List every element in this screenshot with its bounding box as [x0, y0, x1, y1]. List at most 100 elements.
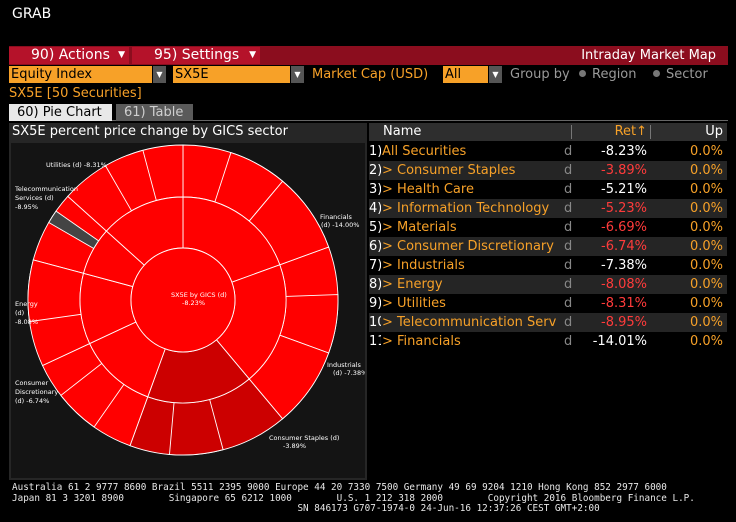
- row-up: 0.0%: [689, 163, 723, 178]
- row-drill-indicator: d: [564, 201, 573, 216]
- window-title: GRAB: [12, 6, 52, 22]
- row-name[interactable]: > Financials: [382, 332, 558, 351]
- row-name[interactable]: > Consumer Discretionary: [382, 237, 558, 256]
- row-return: -3.89%: [601, 163, 647, 178]
- view-tabs: 60) Pie Chart 61) Table: [9, 104, 728, 121]
- ticker-value: SX5E: [175, 67, 209, 82]
- table-row[interactable]: 8)> Energy d -8.08% 0.0%: [369, 275, 727, 294]
- row-name[interactable]: > Materials: [382, 218, 558, 237]
- table-row[interactable]: 6)> Consumer Discretionary d -6.74% 0.0%: [369, 237, 727, 256]
- tab-table[interactable]: 61) Table: [116, 104, 194, 121]
- dropdown-arrow-icon[interactable]: ▼: [489, 66, 502, 83]
- row-index: 5): [369, 220, 381, 235]
- row-up: 0.0%: [689, 182, 723, 197]
- chevron-down-icon: ▼: [118, 50, 125, 60]
- metric-label: Market Cap (USD): [312, 67, 429, 82]
- table-row[interactable]: 9)> Utilities d -8.31% 0.0%: [369, 294, 727, 313]
- chevron-down-icon: ▼: [249, 50, 256, 60]
- row-drill-indicator: d: [564, 182, 573, 197]
- row-return: -6.74%: [601, 239, 647, 254]
- row-drill-indicator: d: [564, 277, 573, 292]
- slice-label-industrials-2: (d) -7.38%: [333, 369, 365, 377]
- footer-line1: Australia 61 2 9777 8600 Brazil 5511 239…: [12, 482, 667, 493]
- table-row[interactable]: 11)> Financials d -14.01% 0.0%: [369, 332, 727, 351]
- column-header-ret[interactable]: Ret↑: [575, 123, 647, 141]
- row-drill-indicator: d: [564, 315, 573, 330]
- table-row[interactable]: 7)> Industrials d -7.38% 0.0%: [369, 256, 727, 275]
- row-index: 4): [369, 201, 381, 216]
- slice-label-industrials-1: Industrials: [327, 361, 361, 369]
- index-type-value: Equity Index: [11, 67, 93, 82]
- dropdown-arrow-icon[interactable]: ▼: [153, 66, 166, 83]
- slice-label-energy-3: -8.08%: [15, 318, 38, 326]
- column-header-up[interactable]: Up: [651, 123, 723, 141]
- group-by-region-radio[interactable]: Region: [579, 66, 637, 83]
- slice-label-consdisc-2: Discretionary: [15, 388, 58, 396]
- slice-label-telecom-3: -8.95%: [15, 203, 38, 211]
- tab-pie-chart[interactable]: 60) Pie Chart: [9, 104, 112, 121]
- row-index: 7): [369, 258, 381, 273]
- table-row[interactable]: 10)> Telecommunication Serv d -8.95% 0.0%: [369, 313, 727, 332]
- row-name[interactable]: > Health Care: [382, 180, 558, 199]
- column-header-name[interactable]: Name: [383, 123, 421, 141]
- slice-label-energy-2: (d): [15, 309, 24, 317]
- row-return: -5.23%: [601, 201, 647, 216]
- settings-label: 95) Settings: [154, 47, 240, 63]
- securities-label: SX5E [50 Securities]: [9, 86, 142, 101]
- table-header: Name Ret↑ Up: [369, 123, 727, 141]
- row-index: 3): [369, 182, 381, 197]
- sector-table: Name Ret↑ Up 1)All Securities d -8.23% 0.0%…: [369, 123, 727, 480]
- group-by-sector-radio[interactable]: Sector: [653, 66, 708, 83]
- row-drill-indicator: d: [564, 144, 573, 159]
- row-return: -5.21%: [601, 182, 647, 197]
- scope-select[interactable]: All ▼: [443, 66, 502, 83]
- row-name[interactable]: > Energy: [382, 275, 558, 294]
- row-return: -8.08%: [601, 277, 647, 292]
- pie-chart: SX5E by GICS (d) -8.23% Utilities (d) -8…: [14, 144, 365, 456]
- row-return: -7.38%: [601, 258, 647, 273]
- row-index: 11): [369, 334, 381, 349]
- chart-title: SX5E percent price change by GICS sector: [12, 124, 288, 139]
- settings-menu-button[interactable]: 95) Settings ▼: [132, 47, 260, 64]
- row-name[interactable]: > Telecommunication Serv: [382, 313, 558, 332]
- row-name[interactable]: > Information Technology: [382, 199, 558, 218]
- slice-label-consstaples-2: -3.89%: [283, 442, 306, 450]
- row-drill-indicator: d: [564, 296, 573, 311]
- table-row[interactable]: 1)All Securities d -8.23% 0.0%: [369, 142, 727, 161]
- slice-label-financials-2: (d) -14.00%: [321, 221, 359, 229]
- row-index: 6): [369, 239, 381, 254]
- row-index: 2): [369, 163, 381, 178]
- row-drill-indicator: d: [564, 220, 573, 235]
- slice-label-consstaples-1: Consumer Staples (d): [269, 434, 339, 442]
- row-up: 0.0%: [689, 315, 723, 330]
- filter-bar: Equity Index ▼ SX5E ▼ Market Cap (USD) A…: [9, 66, 728, 84]
- radio-icon: [579, 70, 586, 77]
- column-divider[interactable]: [571, 125, 572, 139]
- table-row[interactable]: 5)> Materials d -6.69% 0.0%: [369, 218, 727, 237]
- region-label: Region: [592, 67, 637, 82]
- sector-label: Sector: [666, 67, 708, 82]
- pie-chart-panel: SX5E percent price change by GICS sector…: [9, 123, 367, 480]
- table-row[interactable]: 3)> Health Care d -5.21% 0.0%: [369, 180, 727, 199]
- ticker-select[interactable]: SX5E ▼: [173, 66, 304, 83]
- chart-area: SX5E by GICS (d) -8.23% Utilities (d) -8…: [11, 143, 365, 478]
- index-type-select[interactable]: Equity Index ▼: [9, 66, 166, 83]
- row-drill-indicator: d: [564, 258, 573, 273]
- row-index: 1): [369, 144, 381, 159]
- table-row[interactable]: 2)> Consumer Staples d -3.89% 0.0%: [369, 161, 727, 180]
- radio-icon: [653, 70, 660, 77]
- actions-menu-button[interactable]: 90) Actions ▼: [9, 47, 129, 64]
- row-up: 0.0%: [689, 258, 723, 273]
- table-row[interactable]: 4)> Information Technology d -5.23% 0.0%: [369, 199, 727, 218]
- row-name[interactable]: > Consumer Staples: [382, 161, 558, 180]
- row-name[interactable]: All Securities: [382, 142, 558, 161]
- row-name[interactable]: > Utilities: [382, 294, 558, 313]
- slice-label-consdisc-3: (d) -6.74%: [15, 397, 49, 405]
- menu-bar: 90) Actions ▼ 95) Settings ▼ Intraday Ma…: [9, 46, 728, 65]
- slice-label-consdisc-1: Consumer: [15, 379, 48, 387]
- row-return: -8.95%: [601, 315, 647, 330]
- actions-label: 90) Actions: [31, 47, 110, 63]
- row-return: -6.69%: [601, 220, 647, 235]
- dropdown-arrow-icon[interactable]: ▼: [291, 66, 304, 83]
- row-name[interactable]: > Industrials: [382, 256, 558, 275]
